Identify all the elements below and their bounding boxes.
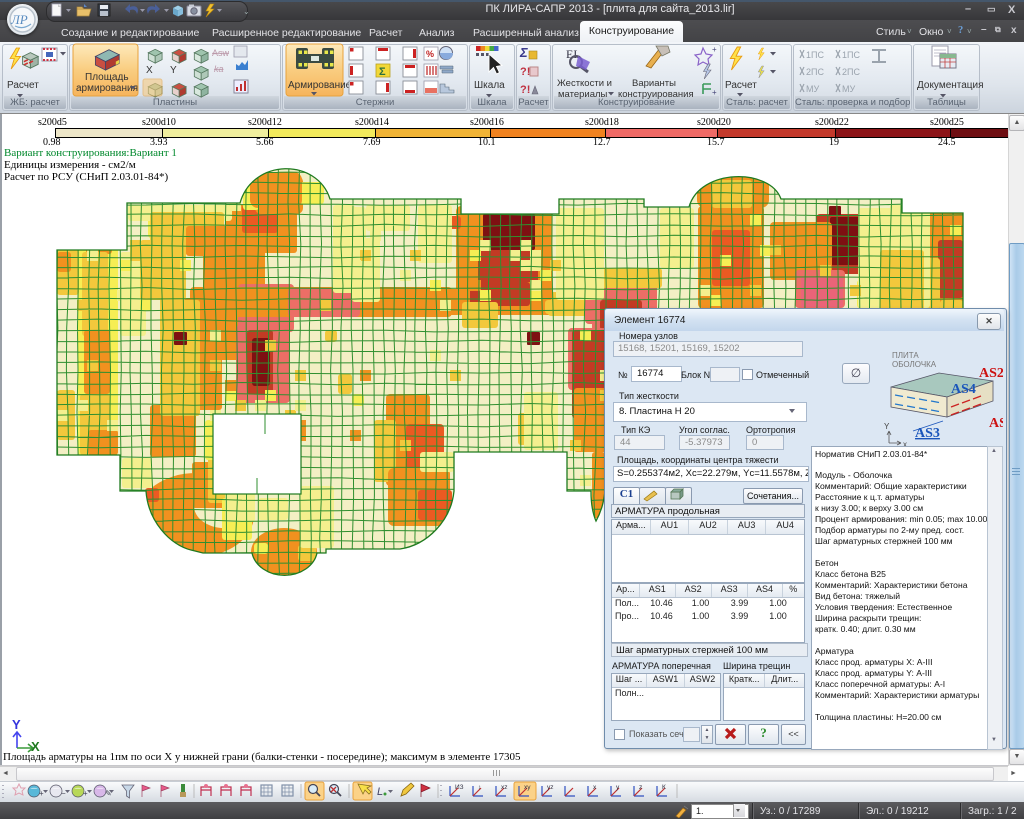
svg-text:xy: xy	[524, 784, 531, 791]
svg-text:x: x	[593, 784, 597, 791]
svg-text:ИЗ: ИЗ	[455, 784, 464, 791]
svg-text:L: L	[377, 786, 383, 798]
svg-text:ЛР: ЛР	[10, 12, 28, 27]
svg-text:+: +	[39, 789, 44, 798]
svg-text:AS: AS	[989, 416, 1003, 431]
svg-text:+: +	[83, 789, 88, 798]
svg-text:−: −	[61, 789, 66, 798]
svg-text:y: y	[616, 784, 620, 791]
svg-text:yz: yz	[547, 784, 554, 791]
svg-text:AS2: AS2	[979, 366, 1003, 381]
svg-text:Y: Y	[12, 717, 21, 732]
svg-text:xz: xz	[501, 784, 508, 791]
svg-text:К: К	[662, 784, 666, 791]
svg-text:AS4: AS4	[951, 382, 976, 397]
svg-text:↕: ↕	[478, 784, 481, 791]
svg-text:Y: Y	[884, 422, 890, 431]
svg-text:AS3: AS3	[915, 426, 940, 441]
svg-text:z: z	[639, 784, 642, 791]
